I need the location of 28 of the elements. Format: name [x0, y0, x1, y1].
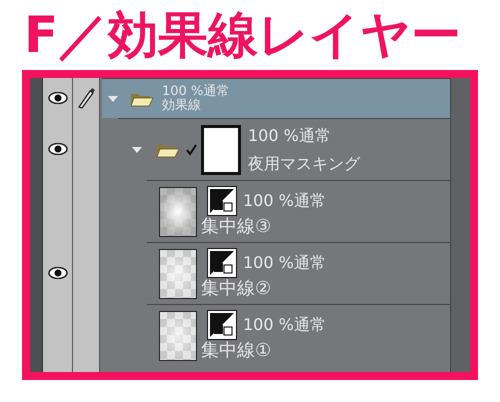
expand-triangle-icon[interactable] — [108, 96, 118, 102]
layer-name: 集中線③ — [201, 216, 272, 238]
eye-icon[interactable] — [48, 143, 68, 155]
layer-thumbnail — [159, 186, 197, 236]
blend-mode-label: 100 %通常 — [162, 84, 230, 98]
layer-name: 集中線① — [201, 340, 272, 362]
check-icon[interactable] — [186, 144, 197, 156]
heading: F／効果線レイヤー — [24, 6, 462, 64]
raster-layer-icon — [207, 186, 237, 216]
layer-name: 集中線② — [201, 278, 272, 300]
blend-mode-label: 100 %通常 — [248, 126, 332, 144]
eye-icon[interactable] — [48, 92, 68, 104]
eye-icon[interactable] — [48, 267, 68, 279]
layer-row[interactable]: 100 %通常 効果線 — [102, 78, 450, 118]
layer-name: 夜用マスキング — [248, 154, 360, 172]
layer-thumbnail — [159, 248, 197, 298]
expand-triangle-icon[interactable] — [132, 146, 142, 152]
scrollbar-track[interactable] — [450, 78, 470, 372]
blend-mode-label: 100 %通常 — [243, 252, 326, 274]
raster-layer-icon — [207, 248, 237, 278]
layer-name: 効果線 — [162, 98, 202, 112]
blend-mode-label: 100 %通常 — [243, 190, 326, 212]
layer-thumbnail — [159, 310, 197, 360]
edit-target-cell[interactable] — [73, 78, 100, 118]
visibility-cell[interactable] — [43, 78, 73, 118]
pen-icon[interactable] — [76, 87, 96, 109]
raster-layer-icon — [207, 310, 237, 340]
blend-mode-label: 100 %通常 — [243, 314, 326, 336]
